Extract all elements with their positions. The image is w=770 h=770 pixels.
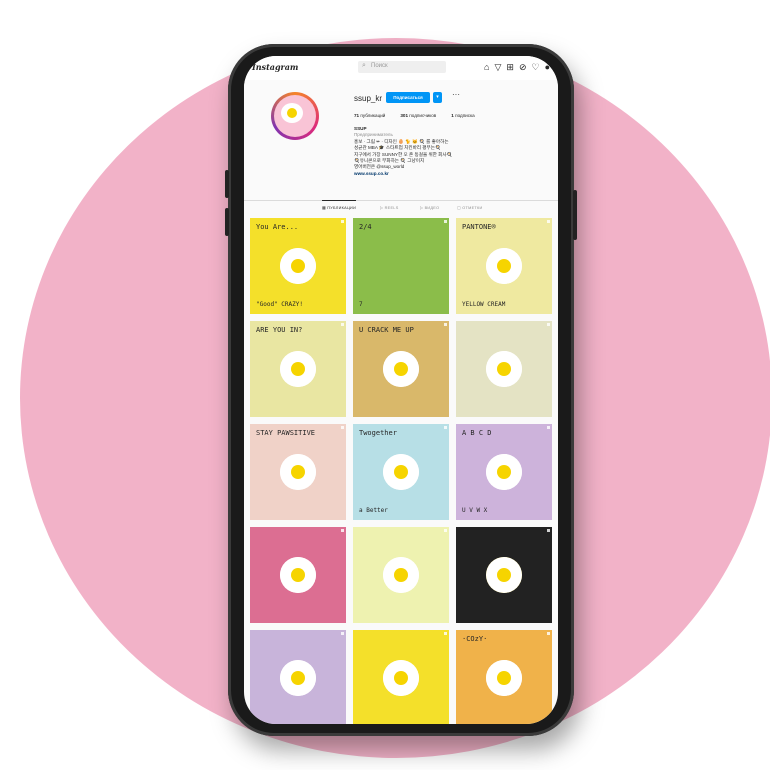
- post-thumbnail[interactable]: PANTONE® YELLOW CREAM: [456, 218, 552, 314]
- post-thumbnail[interactable]: [353, 527, 449, 623]
- multi-post-icon: [547, 529, 550, 532]
- post-text: U V W X: [462, 507, 488, 514]
- multi-post-icon: [341, 323, 344, 326]
- tab-video[interactable]: ▷ ВИДЕО: [420, 205, 439, 210]
- multi-post-icon: [341, 529, 344, 532]
- post-thumbnail[interactable]: A B C D U V W X: [456, 424, 552, 520]
- post-thumbnail[interactable]: [353, 630, 449, 724]
- tab-reels[interactable]: ▷ REELS: [380, 205, 399, 210]
- profile-icon[interactable]: ●: [545, 61, 550, 73]
- post-thumbnail[interactable]: [250, 527, 346, 623]
- home-icon[interactable]: ⌂: [484, 61, 489, 73]
- multi-post-icon: [547, 632, 550, 635]
- phone-power-button: [573, 190, 577, 240]
- egg-yolk: [291, 568, 305, 582]
- egg-yolk: [291, 259, 305, 273]
- multi-post-icon: [444, 426, 447, 429]
- post-text: U CRACK ME UP: [359, 326, 414, 334]
- egg-yolk: [291, 362, 305, 376]
- explore-icon[interactable]: ⊘: [519, 61, 527, 73]
- following-count[interactable]: 1 подписка: [451, 113, 474, 118]
- post-text: Twogether: [359, 429, 397, 437]
- avatar[interactable]: [271, 92, 319, 140]
- search-icon: ⌕: [362, 62, 366, 69]
- post-text: ARE YOU IN?: [256, 326, 303, 334]
- suggested-dropdown-button[interactable]: ▾: [433, 92, 442, 103]
- post-thumbnail[interactable]: U CRACK ME UP: [353, 321, 449, 417]
- post-thumbnail[interactable]: ·COzY·: [456, 630, 552, 724]
- phone-volume-button: [225, 170, 229, 198]
- follow-button[interactable]: Подписаться: [386, 92, 430, 103]
- post-thumbnail[interactable]: [250, 630, 346, 724]
- profile-bio: SSUP Предприниматель 홍보 · 그림 ✏ · 디자인 🥚 🐈…: [354, 126, 544, 177]
- profile-stats: 71 публикаций 301 подписчиков 1 подписка: [354, 113, 475, 118]
- phone-volume-button: [225, 208, 229, 236]
- egg-yolk: [394, 671, 408, 685]
- egg-yolk: [291, 671, 305, 685]
- posts-count: 71 публикаций: [354, 113, 386, 118]
- multi-post-icon: [444, 323, 447, 326]
- multi-post-icon: [547, 323, 550, 326]
- post-thumbnail[interactable]: ARE YOU IN?: [250, 321, 346, 417]
- post-thumbnail[interactable]: You Are... "Good" CRAZY!: [250, 218, 346, 314]
- egg-yolk: [291, 465, 305, 479]
- nav-icons: ⌂ ▽ ⊞ ⊘ ♡ ●: [484, 61, 550, 73]
- tab-posts[interactable]: ▦ ПУБЛИКАЦИИ: [322, 200, 357, 210]
- instagram-logo[interactable]: Instagram: [252, 62, 298, 72]
- egg-yolk: [497, 259, 511, 273]
- heart-icon[interactable]: ♡: [531, 61, 539, 73]
- new-post-icon[interactable]: ⊞: [506, 61, 514, 73]
- multi-post-icon: [547, 426, 550, 429]
- multi-post-icon: [547, 220, 550, 223]
- post-thumbnail[interactable]: 2/4 7: [353, 218, 449, 314]
- post-illustration: [486, 557, 522, 593]
- egg-yolk: [497, 362, 511, 376]
- egg-yolk: [394, 362, 408, 376]
- instagram-topbar: Instagram ⌕ Поиск ⌂ ▽ ⊞ ⊘ ♡ ●: [244, 56, 558, 81]
- search-placeholder: Поиск: [371, 63, 388, 69]
- egg-yolk: [394, 465, 408, 479]
- bio-link[interactable]: www.ssup.co.kr: [354, 171, 544, 177]
- search-input[interactable]: ⌕ Поиск: [358, 61, 446, 73]
- followers-count[interactable]: 301 подписчиков: [400, 113, 436, 118]
- multi-post-icon: [341, 632, 344, 635]
- multi-post-icon: [341, 220, 344, 223]
- profile-tabs: ▦ ПУБЛИКАЦИИ ▷ REELS ▷ ВИДЕО ▢ ОТМЕТКИ: [244, 200, 558, 215]
- multi-post-icon: [444, 529, 447, 532]
- multi-post-icon: [444, 220, 447, 223]
- more-options-icon[interactable]: ···: [452, 90, 460, 99]
- post-text: "Good" CRAZY!: [256, 301, 303, 308]
- post-text: 7: [359, 301, 363, 308]
- post-text: ·COzY·: [462, 635, 488, 643]
- post-text: A B C D: [462, 429, 492, 437]
- post-thumbnail[interactable]: Twogether a Better: [353, 424, 449, 520]
- egg-yolk: [287, 108, 297, 118]
- post-illustration: [383, 248, 419, 284]
- username: ssup_kr: [354, 94, 383, 103]
- multi-post-icon: [444, 632, 447, 635]
- post-thumbnail[interactable]: STAY PAWSITIVE: [250, 424, 346, 520]
- multi-post-icon: [341, 426, 344, 429]
- post-text: YELLOW CREAM: [462, 301, 506, 308]
- post-text: PANTONE®: [462, 223, 496, 231]
- post-text: STAY PAWSITIVE: [256, 429, 316, 437]
- egg-yolk: [497, 465, 511, 479]
- direct-icon[interactable]: ▽: [494, 61, 501, 73]
- post-text: 2/4: [359, 223, 372, 231]
- post-text: a Better: [359, 507, 388, 514]
- post-thumbnail[interactable]: [456, 321, 552, 417]
- tab-tagged[interactable]: ▢ ОТМЕТКИ: [457, 205, 483, 210]
- profile-header: ssup_kr Подписаться ▾ ··· 71 публикаций …: [244, 80, 558, 206]
- post-thumbnail[interactable]: [456, 527, 552, 623]
- egg-yolk: [497, 671, 511, 685]
- phone-screen: Instagram ⌕ Поиск ⌂ ▽ ⊞ ⊘ ♡ ● ssup_kr По…: [244, 56, 558, 724]
- egg-yolk: [394, 568, 408, 582]
- post-text: You Are...: [256, 223, 299, 231]
